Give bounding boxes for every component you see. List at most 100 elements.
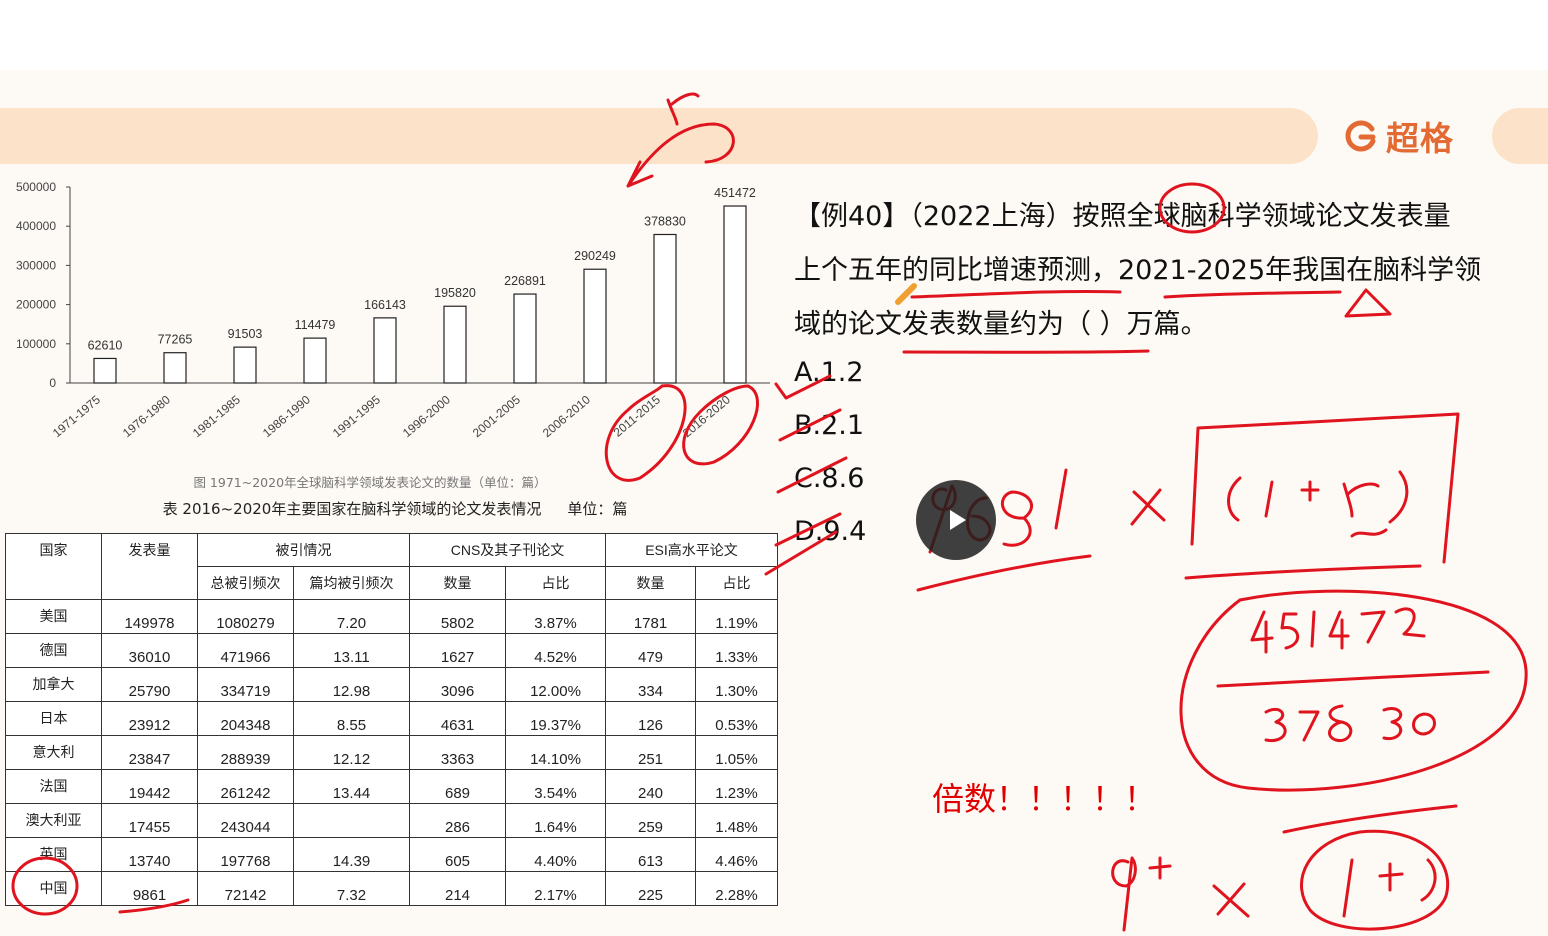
table-row: 中国 9861 72142 7.32 214 2.17% 225 2.28% <box>5 871 779 906</box>
question-line-2: 上个五年的同比增速预测，2021-2025年我国在脑科学领 <box>794 255 1482 286</box>
question-text: 【例40】（2022上海）按照全球脑科学领域论文发表量 上个五年的同比增速预测，… <box>794 190 1539 352</box>
answer-options: A.1.2 B.2.1 C.8.6 D.9.4 <box>794 346 866 558</box>
cell-country: 日本 <box>5 701 102 736</box>
y-tick-label: 400000 <box>16 219 56 233</box>
cell: 72142 <box>197 871 294 906</box>
table-row: 加拿大 25790 334719 12.98 3096 12.00% 334 1.30% <box>5 667 779 702</box>
cell <box>293 803 410 838</box>
cell: 3.54% <box>505 769 606 804</box>
cell: 1.33% <box>694 633 779 668</box>
cell: 251 <box>605 735 696 770</box>
option-c[interactable]: C.8.6 <box>794 452 866 505</box>
y-tick-label: 100000 <box>16 337 56 351</box>
bar <box>163 352 187 384</box>
cell: 4.52% <box>505 633 606 668</box>
cell-country: 美国 <box>5 599 102 634</box>
y-tick-label: 0 <box>49 376 56 390</box>
data-label: 451472 <box>714 186 756 200</box>
y-tick-label: 200000 <box>16 298 56 312</box>
data-label: 195820 <box>434 286 476 300</box>
cell: 605 <box>409 837 506 872</box>
category-label: 2001-2005 <box>470 392 523 440</box>
cell: 479 <box>605 633 696 668</box>
cell: 3096 <box>409 667 506 702</box>
option-d[interactable]: D.9.4 <box>794 505 866 558</box>
y-tick-label: 500000 <box>16 180 56 194</box>
header-cns-count: 数量 <box>409 566 506 600</box>
cell-country: 英国 <box>5 837 102 872</box>
cell: 149978 <box>101 599 198 634</box>
data-label: 62610 <box>88 338 123 352</box>
header-cns: CNS及其子刊论文 <box>409 533 606 567</box>
cell: 17455 <box>101 803 198 838</box>
logo-text: 超格 <box>1386 119 1454 158</box>
header-cns-share: 占比 <box>505 566 606 600</box>
logo-icon <box>1345 120 1376 152</box>
header-pubs: 发表量 <box>101 533 198 600</box>
cell: 1.64% <box>505 803 606 838</box>
category-label: 1971-1975 <box>50 392 103 440</box>
cell: 214 <box>409 871 506 906</box>
category-label: 1991-1995 <box>330 392 383 440</box>
category-label: 1976-1980 <box>120 392 173 440</box>
play-button[interactable] <box>916 480 996 560</box>
cell: 1080279 <box>197 599 294 634</box>
cell: 204348 <box>197 701 294 736</box>
cell: 1.19% <box>694 599 779 634</box>
play-icon <box>950 510 966 530</box>
cell: 36010 <box>101 633 198 668</box>
y-tick-label: 300000 <box>16 258 56 272</box>
cell: 471966 <box>197 633 294 668</box>
data-label: 91503 <box>228 327 263 341</box>
cell: 197768 <box>197 837 294 872</box>
header-country: 国家 <box>5 533 102 600</box>
cell: 12.98 <box>293 667 410 702</box>
question-line-3: 域的论文发表数量约为（ ）万篇。 <box>794 309 1208 340</box>
cell: 3.87% <box>505 599 606 634</box>
country-papers-table: 国家 发表量 被引情况 CNS及其子刊论文 ESI高水平论文 总被引频次 篇均被… <box>5 533 779 906</box>
cell: 334719 <box>197 667 294 702</box>
annotation-note: 倍数！！！！！ <box>932 780 1157 818</box>
header-esi-count: 数量 <box>605 566 696 600</box>
cell: 1.30% <box>694 667 779 702</box>
header-avg-cites: 篇均被引频次 <box>293 566 410 600</box>
category-label: 1981-1985 <box>190 392 243 440</box>
cell: 3363 <box>409 735 506 770</box>
cell: 23912 <box>101 701 198 736</box>
table-row: 德国 36010 471966 13.11 1627 4.52% 479 1.33% <box>5 633 779 668</box>
cell: 7.32 <box>293 871 410 906</box>
cell: 4.40% <box>505 837 606 872</box>
table-title: 表 2016~2020年主要国家在脑科学领域的论文发表情况 单位：篇 <box>0 498 790 519</box>
cell-country: 加拿大 <box>5 667 102 702</box>
bar <box>233 346 257 384</box>
cell-country: 法国 <box>5 769 102 804</box>
cell: 13.11 <box>293 633 410 668</box>
question-line-1: 【例40】（2022上海）按照全球脑科学领域论文发表量 <box>794 201 1451 232</box>
bar-chart: 0 100000 200000 300000 400000 500000 62610 1971… <box>16 180 770 440</box>
header-total-cites: 总被引频次 <box>197 566 294 600</box>
data-label: 290249 <box>574 249 616 263</box>
option-b[interactable]: B.2.1 <box>794 399 866 452</box>
header-esi-share: 占比 <box>694 566 779 600</box>
table-row: 意大利 23847 288939 12.12 3363 14.10% 251 1.05% <box>5 735 779 770</box>
cell: 0.53% <box>694 701 779 736</box>
cell-country: 中国 <box>5 871 102 906</box>
header-banner <box>0 108 1318 164</box>
cell: 14.39 <box>293 837 410 872</box>
cell: 1.48% <box>694 803 779 838</box>
cell-country: 澳大利亚 <box>5 803 102 838</box>
cell: 9861 <box>101 871 198 906</box>
cell: 243044 <box>197 803 294 838</box>
cell: 13.44 <box>293 769 410 804</box>
option-a[interactable]: A.1.2 <box>794 346 866 399</box>
header-banner-right <box>1492 108 1548 164</box>
cell: 23847 <box>101 735 198 770</box>
cell: 613 <box>605 837 696 872</box>
category-label: 1996-2000 <box>400 392 453 440</box>
cell-country: 意大利 <box>5 735 102 770</box>
bar <box>583 268 607 384</box>
data-label: 77265 <box>158 333 193 347</box>
table-row: 澳大利亚 17455 243044 286 1.64% 259 1.48% <box>5 803 779 838</box>
cell: 288939 <box>197 735 294 770</box>
data-label: 114479 <box>295 318 336 332</box>
